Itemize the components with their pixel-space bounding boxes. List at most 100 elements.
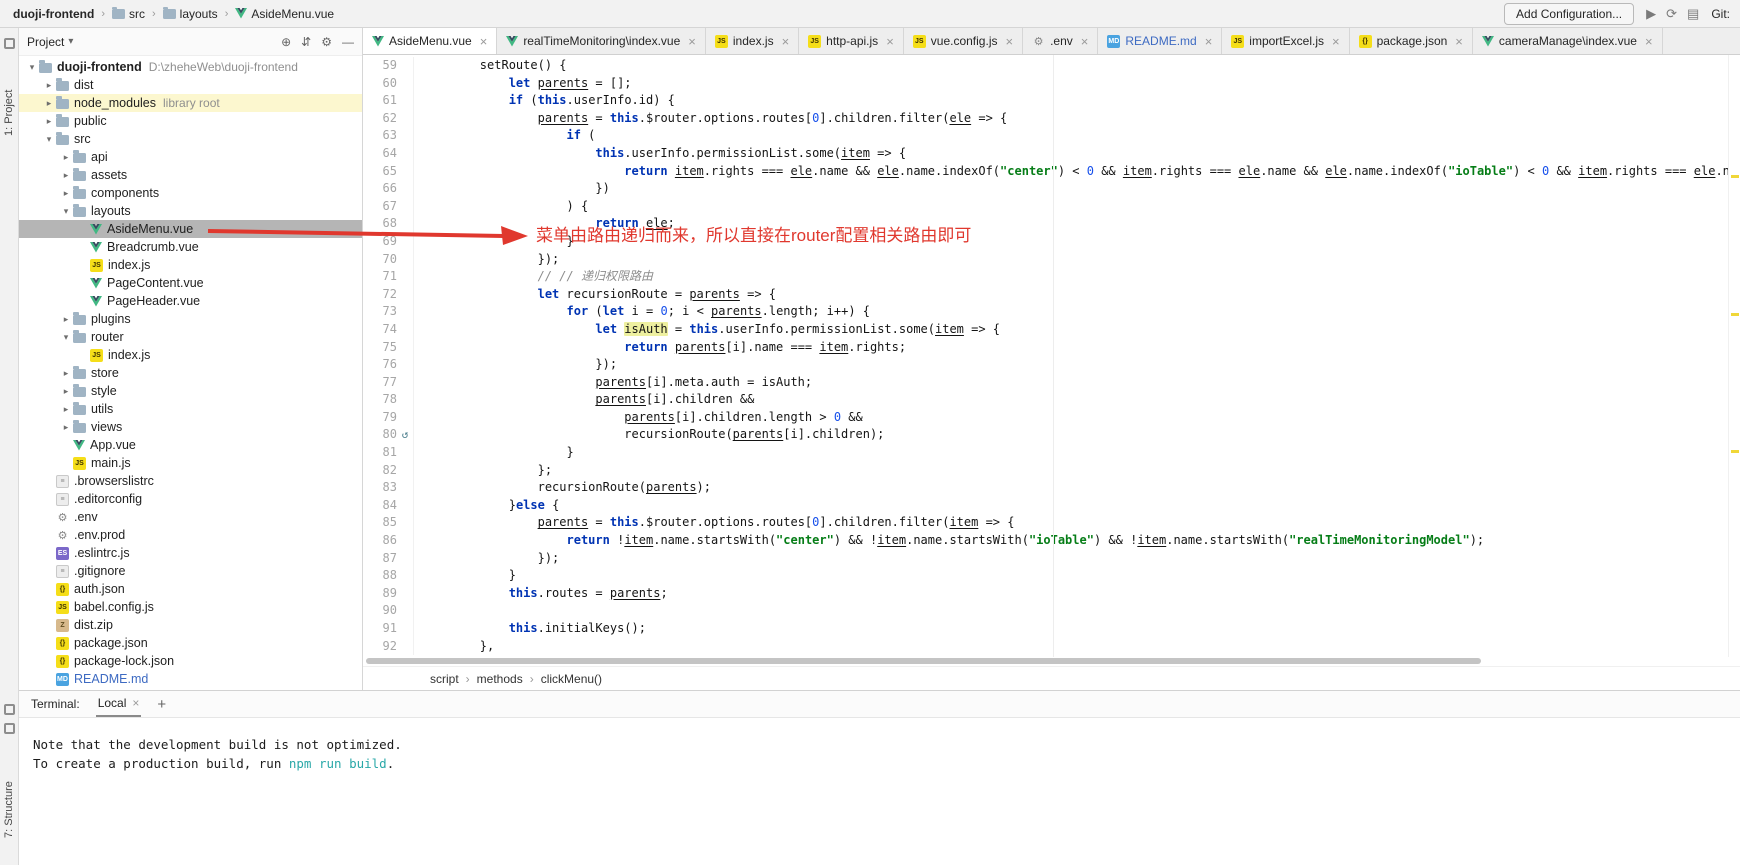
tree-item-index.js[interactable]: JSindex.js — [19, 346, 362, 364]
code-line-62[interactable]: 62 parents = this.$router.options.routes… — [363, 110, 1740, 128]
code-line-83[interactable]: 83 recursionRoute(parents); — [363, 479, 1740, 497]
structure-tool-button[interactable]: 7: Structure — [3, 781, 15, 838]
code-line-90[interactable]: 90 — [363, 602, 1740, 620]
chevron-down-icon[interactable]: ▾ — [59, 206, 73, 217]
chevron-down-icon[interactable]: ▾ — [68, 36, 73, 47]
tree-item-store[interactable]: ▸store — [19, 364, 362, 382]
tree-item-public[interactable]: ▸public — [19, 112, 362, 130]
titlebar-crumb-src[interactable]: src — [109, 6, 148, 22]
close-icon[interactable]: × — [1332, 34, 1340, 49]
close-icon[interactable]: × — [480, 34, 488, 49]
tree-item-.eslintrc.js[interactable]: ES.eslintrc.js — [19, 544, 362, 562]
code-line-81[interactable]: 81 } — [363, 444, 1740, 462]
tree-item-PageHeader.vue[interactable]: PageHeader.vue — [19, 292, 362, 310]
close-icon[interactable]: × — [1645, 34, 1653, 49]
code-line-88[interactable]: 88 } — [363, 567, 1740, 585]
tab-cameraManage\index.vue[interactable]: cameraManage\index.vue× — [1473, 28, 1663, 54]
chevron-right-icon[interactable]: ▸ — [59, 170, 73, 181]
code-line-67[interactable]: 67 ) { — [363, 198, 1740, 216]
locate-file-icon[interactable]: ⊕ — [281, 35, 291, 49]
tree-item-components[interactable]: ▸components — [19, 184, 362, 202]
tool-windows-icon[interactable]: ▤ — [1687, 6, 1699, 22]
tab-importExcel.js[interactable]: JSimportExcel.js× — [1222, 28, 1349, 54]
tree-item-README.md[interactable]: MDREADME.md — [19, 670, 362, 688]
code-line-66[interactable]: 66 }) — [363, 180, 1740, 198]
tree-item-duoji-frontend[interactable]: ▾duoji-frontendD:\zheheWeb\duoji-fronten… — [19, 58, 362, 76]
chevron-right-icon[interactable]: ▸ — [59, 386, 73, 397]
code-line-60[interactable]: 60 let parents = []; — [363, 75, 1740, 93]
project-tool-button[interactable]: 1: Project — [3, 90, 15, 136]
close-icon[interactable]: × — [132, 696, 139, 710]
tab-AsideMenu.vue[interactable]: AsideMenu.vue× — [363, 28, 497, 54]
tree-item-.editorconfig[interactable]: ≡.editorconfig — [19, 490, 362, 508]
titlebar-crumb-AsideMenu.vue[interactable]: AsideMenu.vue — [232, 6, 337, 22]
close-icon[interactable]: × — [1005, 34, 1013, 49]
chevron-right-icon[interactable]: ▸ — [42, 116, 56, 127]
add-configuration-button[interactable]: Add Configuration... — [1504, 3, 1634, 25]
tree-item-package.json[interactable]: {}package.json — [19, 634, 362, 652]
tree-item-main.js[interactable]: JSmain.js — [19, 454, 362, 472]
close-icon[interactable]: × — [886, 34, 894, 49]
chevron-right-icon[interactable]: ▸ — [59, 404, 73, 415]
hide-panel-icon[interactable]: — — [342, 35, 354, 49]
code-line-65[interactable]: 65 return item.rights === ele.name && el… — [363, 163, 1740, 181]
tree-item-node_modules[interactable]: ▸node_moduleslibrary root — [19, 94, 362, 112]
titlebar-crumb-layouts[interactable]: layouts — [160, 6, 221, 22]
project-tool-icon[interactable] — [4, 38, 15, 49]
tree-item-api[interactable]: ▸api — [19, 148, 362, 166]
git-label[interactable]: Git: — [1711, 7, 1730, 21]
chevron-down-icon[interactable]: ▾ — [59, 332, 73, 343]
code-line-64[interactable]: 64 this.userInfo.permissionList.some(ite… — [363, 145, 1740, 163]
code-line-72[interactable]: 72 let recursionRoute = parents => { — [363, 286, 1740, 304]
code-line-70[interactable]: 70 }); — [363, 251, 1740, 269]
tree-item-views[interactable]: ▸views — [19, 418, 362, 436]
terminal-tool-icon[interactable] — [4, 704, 15, 715]
run-icon[interactable]: ▶ — [1646, 6, 1656, 22]
tree-item-router[interactable]: ▾router — [19, 328, 362, 346]
titlebar-crumb-duoji-frontend[interactable]: duoji-frontend — [10, 6, 97, 22]
tab-.env[interactable]: ⚙.env× — [1023, 28, 1098, 54]
tab-realTimeMonitoring\index.vue[interactable]: realTimeMonitoring\index.vue× — [497, 28, 706, 54]
code-line-84[interactable]: 84 }else { — [363, 497, 1740, 515]
tree-item-index.js[interactable]: JSindex.js — [19, 256, 362, 274]
tree-item-auth.json[interactable]: {}auth.json — [19, 580, 362, 598]
tree-item-.gitignore[interactable]: ≡.gitignore — [19, 562, 362, 580]
code-line-87[interactable]: 87 }); — [363, 550, 1740, 568]
chevron-down-icon[interactable]: ▾ — [42, 134, 56, 145]
error-stripe[interactable] — [1728, 55, 1740, 657]
tree-item-dist.zip[interactable]: Zdist.zip — [19, 616, 362, 634]
code-line-86[interactable]: 86 return !item.name.startsWith("center"… — [363, 532, 1740, 550]
code-line-77[interactable]: 77 parents[i].meta.auth = isAuth; — [363, 374, 1740, 392]
chevron-down-icon[interactable]: ▾ — [25, 62, 39, 73]
chevron-right-icon[interactable]: ▸ — [42, 98, 56, 109]
tree-item-.env.prod[interactable]: ⚙.env.prod — [19, 526, 362, 544]
code-line-75[interactable]: 75 return parents[i].name === item.right… — [363, 339, 1740, 357]
project-panel-title[interactable]: Project — [27, 35, 64, 49]
code-line-76[interactable]: 76 }); — [363, 356, 1740, 374]
tab-README.md[interactable]: MDREADME.md× — [1098, 28, 1222, 54]
close-icon[interactable]: × — [1205, 34, 1213, 49]
code-line-71[interactable]: 71 // // 递归权限路由 — [363, 268, 1740, 286]
chevron-right-icon[interactable]: ▸ — [59, 368, 73, 379]
tree-item-Breadcrumb.vue[interactable]: Breadcrumb.vue — [19, 238, 362, 256]
breadcrumb-clickMenu()[interactable]: clickMenu() — [541, 672, 602, 686]
tree-item-src[interactable]: ▾src — [19, 130, 362, 148]
code-line-80[interactable]: 80↺ recursionRoute(parents[i].children); — [363, 426, 1740, 444]
code-line-69[interactable]: 69 } — [363, 233, 1740, 251]
code-line-82[interactable]: 82 }; — [363, 462, 1740, 480]
tree-item-plugins[interactable]: ▸plugins — [19, 310, 362, 328]
code-line-79[interactable]: 79 parents[i].children.length > 0 && — [363, 409, 1740, 427]
tree-item-style[interactable]: ▸style — [19, 382, 362, 400]
tree-item-assets[interactable]: ▸assets — [19, 166, 362, 184]
breadcrumb-methods[interactable]: methods — [477, 672, 523, 686]
tab-package.json[interactable]: {}package.json× — [1350, 28, 1473, 54]
code-line-68[interactable]: 68 return ele; — [363, 215, 1740, 233]
tree-item-.browserslistrc[interactable]: ≡.browserslistrc — [19, 472, 362, 490]
tab-index.js[interactable]: JSindex.js× — [706, 28, 799, 54]
code-line-89[interactable]: 89 this.routes = parents; — [363, 585, 1740, 603]
scrollbar-thumb[interactable] — [366, 658, 1481, 664]
code-line-59[interactable]: 59 setRoute() { — [363, 57, 1740, 75]
breadcrumb-script[interactable]: script — [430, 672, 459, 686]
chevron-right-icon[interactable]: ▸ — [59, 188, 73, 199]
chevron-right-icon[interactable]: ▸ — [59, 422, 73, 433]
